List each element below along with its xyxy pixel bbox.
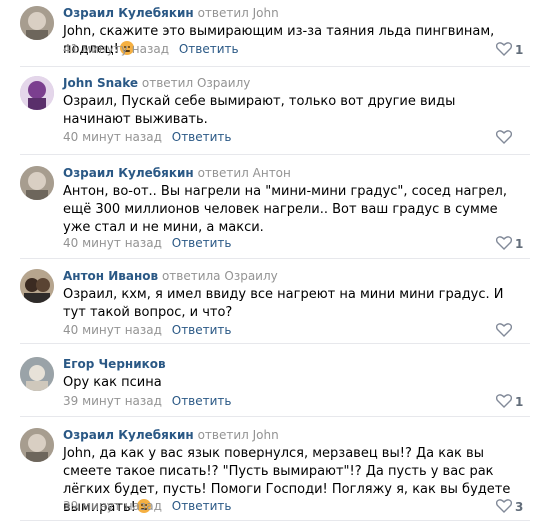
avatar-icon bbox=[20, 76, 54, 110]
comment-text: Озраил, Пускай себе вымирают, только вот… bbox=[63, 94, 456, 127]
reply-target-link[interactable]: Озраилу bbox=[197, 76, 250, 90]
author-link[interactable]: Антон Иванов bbox=[63, 269, 158, 283]
heart-icon bbox=[496, 323, 512, 337]
author-link[interactable]: Озраил Кулебякин bbox=[63, 6, 194, 20]
replied-label: ответил bbox=[197, 6, 249, 20]
author-link[interactable]: Егор Черников bbox=[63, 357, 166, 371]
divider bbox=[20, 520, 530, 521]
like-count: 1 bbox=[515, 237, 524, 251]
avatar-icon bbox=[20, 428, 54, 462]
avatar[interactable] bbox=[20, 6, 54, 40]
comment-header: Озраил Кулебякин ответил John bbox=[63, 428, 279, 442]
like-count: 1 bbox=[515, 395, 524, 409]
comment-text: Озраил, кхм, я имел ввиду все нагреют на… bbox=[63, 287, 504, 320]
avatar[interactable] bbox=[20, 269, 54, 303]
timestamp[interactable]: 40 минут назад bbox=[63, 236, 162, 250]
reply-button[interactable]: Ответить bbox=[172, 499, 232, 513]
author-link[interactable]: John Snake bbox=[63, 76, 138, 90]
reply-button[interactable]: Ответить bbox=[179, 42, 239, 56]
timestamp[interactable]: 39 минут назад bbox=[63, 499, 162, 513]
avatar-icon bbox=[20, 6, 54, 40]
comment-meta: 40 минут назад Ответить bbox=[63, 236, 232, 250]
like-button[interactable]: 1 bbox=[496, 42, 523, 57]
divider bbox=[20, 416, 530, 417]
timestamp[interactable]: 39 минут назад bbox=[63, 394, 162, 408]
reply-target-link[interactable]: John bbox=[253, 428, 279, 442]
author-link[interactable]: Озраил Кулебякин bbox=[63, 428, 194, 442]
timestamp[interactable]: 40 минут назад bbox=[63, 323, 162, 337]
timestamp[interactable]: 41 минуту назад bbox=[63, 42, 169, 56]
comment-text: Ору как псина bbox=[63, 375, 162, 390]
divider bbox=[20, 258, 530, 259]
avatar[interactable] bbox=[20, 76, 54, 110]
heart-icon bbox=[496, 236, 512, 250]
comment-text: Антон, во-от.. Вы нагрели на "мини-мини … bbox=[63, 184, 507, 235]
replied-label: ответил bbox=[197, 166, 249, 180]
divider bbox=[20, 154, 530, 155]
like-button[interactable]: 3 bbox=[496, 499, 523, 514]
like-button[interactable] bbox=[496, 323, 515, 338]
heart-icon bbox=[496, 394, 512, 408]
reply-button[interactable]: Ответить bbox=[172, 394, 232, 408]
reply-button[interactable]: Ответить bbox=[172, 323, 232, 337]
comment-header: John Snake ответил Озраилу bbox=[63, 76, 250, 90]
reply-button[interactable]: Ответить bbox=[172, 236, 232, 250]
comment-meta: 41 минуту назад Ответить bbox=[63, 42, 239, 56]
author-link[interactable]: Озраил Кулебякин bbox=[63, 166, 194, 180]
avatar[interactable] bbox=[20, 428, 54, 462]
comment-header: Егор Черников bbox=[63, 357, 166, 371]
divider bbox=[20, 66, 530, 67]
like-button[interactable] bbox=[496, 130, 515, 145]
heart-icon bbox=[496, 42, 512, 56]
like-count: 3 bbox=[515, 500, 524, 514]
heart-icon bbox=[496, 499, 512, 513]
avatar-icon bbox=[20, 166, 54, 200]
comment-meta: 39 минут назад Ответить bbox=[63, 394, 232, 408]
comment-header: Озраил Кулебякин ответил Антон bbox=[63, 166, 291, 180]
comment-header: Антон Иванов ответила Озраилу bbox=[63, 269, 278, 283]
timestamp[interactable]: 40 минут назад bbox=[63, 130, 162, 144]
replied-label: ответила bbox=[161, 269, 221, 283]
avatar-icon bbox=[20, 269, 54, 303]
reply-target-link[interactable]: Озраилу bbox=[224, 269, 277, 283]
reply-target-link[interactable]: John bbox=[253, 6, 279, 20]
like-count: 1 bbox=[515, 43, 524, 57]
avatar[interactable] bbox=[20, 357, 54, 391]
like-button[interactable]: 1 bbox=[496, 394, 523, 409]
comment-meta: 39 минут назад Ответить bbox=[63, 499, 232, 513]
replied-label: ответил bbox=[141, 76, 194, 90]
avatar[interactable] bbox=[20, 166, 54, 200]
avatar-icon bbox=[20, 357, 54, 391]
reply-target-link[interactable]: Антон bbox=[253, 166, 291, 180]
comment-meta: 40 минут назад Ответить bbox=[63, 323, 232, 337]
heart-icon bbox=[496, 130, 512, 144]
divider bbox=[20, 343, 530, 344]
comment-header: Озраил Кулебякин ответил John bbox=[63, 6, 279, 20]
replied-label: ответил bbox=[197, 428, 249, 442]
comment-meta: 40 минут назад Ответить bbox=[63, 130, 232, 144]
reply-button[interactable]: Ответить bbox=[172, 130, 232, 144]
like-button[interactable]: 1 bbox=[496, 236, 523, 251]
